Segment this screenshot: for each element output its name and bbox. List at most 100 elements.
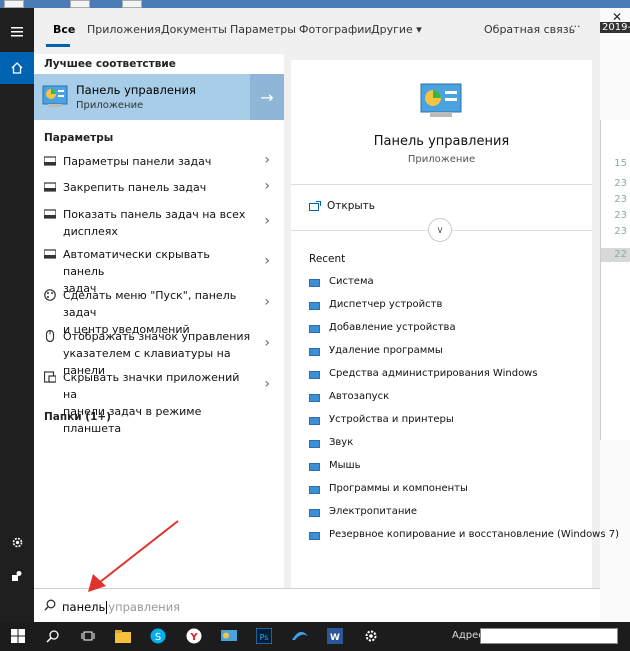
search-input[interactable]: панель управления bbox=[62, 600, 180, 614]
feedback-icon[interactable] bbox=[0, 560, 34, 592]
close-icon[interactable]: ✕ bbox=[612, 10, 622, 24]
control-panel-icon bbox=[42, 84, 68, 111]
recent-item-label: Электропитание bbox=[329, 506, 418, 517]
search-tabs: Все Приложения Документы Параметры Фотог… bbox=[34, 8, 600, 54]
search-icon bbox=[44, 599, 56, 611]
task-view-icon[interactable] bbox=[78, 626, 98, 646]
control-panel-item-icon bbox=[309, 325, 320, 333]
settings-item[interactable]: Показать панель задач на всех дисплеях › bbox=[34, 206, 284, 242]
more-options-icon[interactable]: ··· bbox=[570, 20, 581, 33]
chevron-right-icon: › bbox=[264, 253, 270, 269]
settings-item-label: Закрепить панель задач bbox=[63, 181, 207, 194]
photoshop-icon[interactable]: Ps bbox=[254, 626, 274, 646]
start-menu: Все Приложения Документы Параметры Фотог… bbox=[0, 8, 619, 622]
mouse-icon bbox=[45, 330, 55, 342]
search-icon[interactable] bbox=[42, 626, 62, 646]
arrow-right-icon[interactable]: → bbox=[250, 74, 284, 120]
skype-icon[interactable]: S bbox=[148, 626, 168, 646]
control-panel-item-icon bbox=[309, 532, 320, 540]
chevron-down-icon[interactable]: ∨ bbox=[428, 218, 452, 242]
tab-all[interactable]: Все bbox=[53, 23, 75, 36]
settings-item[interactable]: Параметры панели задач › bbox=[34, 152, 284, 173]
active-tab-indicator bbox=[46, 44, 70, 47]
recent-header: Recent bbox=[309, 253, 346, 265]
tab-settings[interactable]: Параметры bbox=[230, 23, 296, 36]
folders-header[interactable]: Папки (1+) bbox=[44, 411, 111, 423]
list-number: 23 bbox=[614, 178, 627, 189]
tab-apps[interactable]: Приложения bbox=[87, 23, 161, 36]
settings-item[interactable]: Отображать значок управления указателем с… bbox=[34, 328, 284, 377]
tab-documents[interactable]: Документы bbox=[161, 23, 227, 36]
control-panel-item-icon bbox=[309, 394, 320, 402]
best-match-header: Лучшее соответствие bbox=[44, 58, 176, 70]
svg-text:Ps: Ps bbox=[260, 633, 269, 642]
taskbar-icon bbox=[44, 156, 56, 166]
chevron-right-icon: › bbox=[264, 152, 270, 168]
tab-more[interactable]: Другие ▾ bbox=[371, 23, 422, 36]
recent-item-label: Резервное копирование и восстановление (… bbox=[329, 529, 620, 540]
desktop-thumbnail bbox=[70, 0, 90, 8]
settings-item-label: Скрывать значки приложений на bbox=[63, 371, 240, 401]
address-toolbar-input[interactable] bbox=[480, 628, 618, 644]
control-panel-taskbar-icon[interactable] bbox=[219, 626, 239, 646]
list-number: 23 bbox=[614, 210, 627, 221]
settings-item-label-line2: дисплеях bbox=[63, 225, 118, 238]
background-list: 15 23 23 23 23 22 bbox=[600, 120, 630, 440]
control-panel-item-icon bbox=[309, 371, 320, 379]
settings-item[interactable]: Закрепить панель задач › bbox=[34, 178, 284, 199]
recent-item-label: Диспетчер устройств bbox=[329, 299, 443, 310]
recent-item-label: Устройства и принтеры bbox=[329, 414, 454, 425]
chevron-right-icon: › bbox=[264, 213, 270, 229]
control-panel-item-icon bbox=[309, 348, 320, 356]
recent-item-label: Автозапуск bbox=[329, 391, 390, 402]
word-icon[interactable]: W bbox=[325, 626, 345, 646]
search-typed-text: панель bbox=[62, 600, 106, 614]
file-explorer-icon[interactable] bbox=[113, 626, 133, 646]
settings-item[interactable]: Скрывать значки приложений на панели зада… bbox=[34, 369, 284, 435]
taskbar-icon bbox=[44, 182, 56, 192]
best-match-item[interactable]: Панель управления Приложение → bbox=[34, 74, 284, 120]
chevron-right-icon: › bbox=[264, 335, 270, 351]
control-panel-item-icon bbox=[309, 509, 320, 517]
recent-item-label: Мышь bbox=[329, 460, 361, 471]
settings-item[interactable]: Автоматически скрывать панель задач › bbox=[34, 246, 284, 295]
chevron-down-icon: ▾ bbox=[416, 23, 422, 36]
settings-item-label: Показать панель задач на всех bbox=[63, 208, 246, 221]
control-panel-item-icon bbox=[309, 463, 320, 471]
recent-item-label: Средства администрирования Windows bbox=[329, 368, 538, 379]
tablet-icon bbox=[44, 371, 56, 383]
recent-item-label: Удаление программы bbox=[329, 345, 443, 356]
settings-item-label: Сделать меню "Пуск", панель задач bbox=[63, 289, 237, 319]
control-panel-item-icon bbox=[309, 302, 320, 310]
gear-icon[interactable] bbox=[361, 626, 381, 646]
tab-photos[interactable]: Фотографии bbox=[299, 23, 372, 36]
svg-text:W: W bbox=[330, 633, 340, 643]
taskbar: S Y Ps W Адрес bbox=[0, 622, 630, 651]
home-icon[interactable] bbox=[0, 52, 34, 84]
settings-item[interactable]: Сделать меню "Пуск", панель задач и центр… bbox=[34, 287, 284, 336]
gear-icon[interactable] bbox=[0, 526, 34, 558]
desktop-thumbnail bbox=[122, 0, 142, 8]
chevron-right-icon: › bbox=[264, 294, 270, 310]
search-box[interactable]: панель управления bbox=[34, 588, 600, 622]
settings-header: Параметры bbox=[44, 132, 114, 144]
hamburger-icon[interactable] bbox=[0, 16, 34, 48]
feedback-link[interactable]: Обратная связь bbox=[484, 23, 575, 36]
windows-start-icon[interactable] bbox=[8, 626, 28, 646]
best-match-subtitle: Приложение bbox=[76, 100, 144, 111]
palette-icon bbox=[44, 289, 56, 301]
settings-item-label: Отображать значок управления bbox=[63, 330, 251, 343]
settings-item-label: Автоматически скрывать панель bbox=[63, 248, 210, 278]
edge-icon[interactable] bbox=[290, 626, 310, 646]
recent-item-label: Система bbox=[329, 276, 374, 287]
open-action[interactable]: Открыть bbox=[309, 200, 375, 212]
yandex-browser-icon[interactable]: Y bbox=[184, 626, 204, 646]
recent-item-label: Программы и компоненты bbox=[329, 483, 468, 494]
recent-item-label: Звук bbox=[329, 437, 354, 448]
settings-item-label: Параметры панели задач bbox=[63, 155, 212, 168]
desktop-thumbnail bbox=[4, 0, 24, 8]
taskbar-icon bbox=[44, 249, 56, 259]
control-panel-item-icon bbox=[309, 440, 320, 448]
best-match-title: Панель управления bbox=[76, 83, 196, 97]
chevron-right-icon: › bbox=[264, 376, 270, 392]
